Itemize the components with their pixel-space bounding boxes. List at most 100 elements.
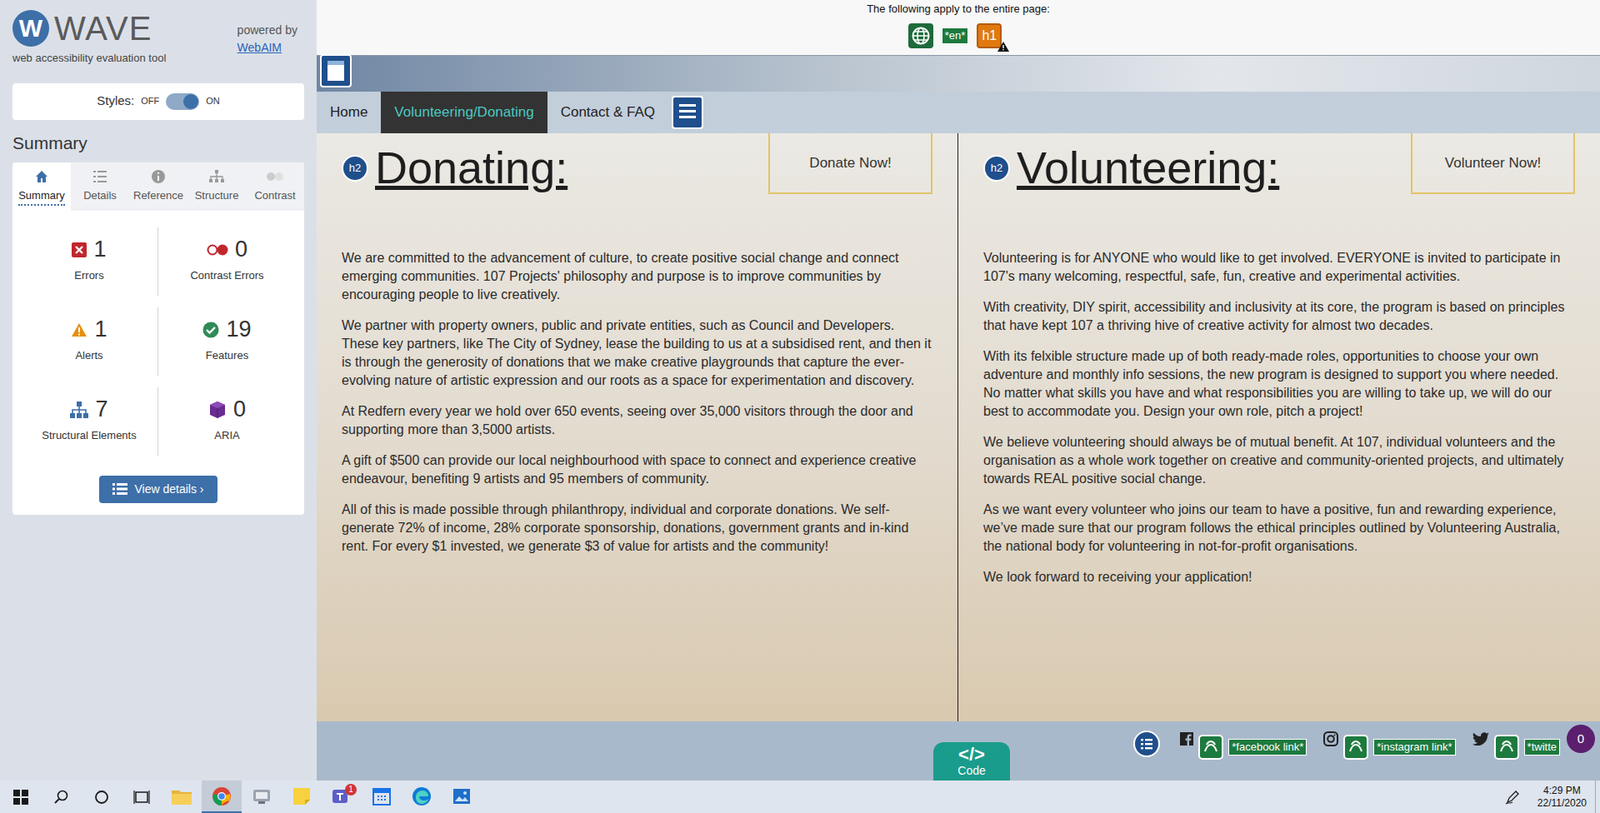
explorer-icon (171, 788, 192, 805)
stat-row: 7 (70, 398, 108, 421)
windows-icon (13, 790, 29, 805)
taskbar-app[interactable] (241, 780, 282, 813)
stat-row: 1 (71, 238, 106, 261)
sidebar-tab[interactable]: Structure (187, 162, 246, 211)
column-title: h2Volunteering: (983, 143, 1280, 193)
language-badge[interactable]: *en* (941, 27, 970, 45)
stat-label: Features (205, 347, 249, 365)
wave-logo[interactable]: W WAVE web accessibility evaluation tool (12, 10, 166, 67)
stat-label: Alerts (75, 347, 103, 365)
stat-cell[interactable]: 19Features (158, 307, 296, 376)
taskbar-app[interactable] (201, 780, 242, 813)
tab-icon (209, 169, 225, 185)
taskbar-apps: 1 (161, 780, 482, 813)
styles-card: Styles: OFF ON (12, 83, 305, 120)
h2-badge[interactable]: h2 (983, 155, 1010, 182)
summary-card: Summary Details Reference Structure Contrast… (12, 162, 305, 515)
taskbar-app[interactable] (361, 780, 402, 813)
list-icon (112, 483, 128, 495)
stat-cell[interactable]: 1 Errors (20, 227, 159, 296)
tab-label: Structure (195, 187, 240, 206)
view-details-button[interactable]: View details › (99, 475, 217, 504)
stat-cell[interactable]: 0ARIA (158, 387, 296, 456)
tab-label: Contrast (254, 187, 295, 206)
sidebar-tab[interactable]: Summary (12, 162, 71, 211)
nav-item[interactable]: Contact & FAQ (547, 91, 669, 134)
notification-badge: 1 (345, 784, 357, 796)
sidebar-tabs: Summary Details Reference Structure Contrast (12, 162, 305, 211)
paragraph: With its felxible structure made up of b… (983, 347, 1575, 421)
alt-text-label: *twitte (1524, 739, 1560, 756)
taskbar-app[interactable] (161, 780, 202, 813)
structure-icon (320, 54, 352, 88)
sidebar-tab[interactable]: Reference (129, 162, 188, 211)
wave-sidebar: W WAVE web accessibility evaluation tool… (0, 0, 317, 781)
paragraph: We believe volunteering should always be… (983, 433, 1575, 489)
page-icons-caption: The following apply to the entire page: (866, 0, 1050, 18)
social-link[interactable]: *facebook link* (1180, 728, 1307, 760)
stat-cell[interactable]: 0 Contrast Errors (158, 227, 296, 296)
stat-cell[interactable]: 7Structural Elements (20, 387, 159, 456)
stat-label: Contrast Errors (190, 267, 264, 285)
task-view-button[interactable] (121, 780, 162, 813)
twitter-icon (1472, 732, 1490, 746)
cta-button[interactable]: Volunteer Now! (1410, 133, 1575, 195)
count-badge[interactable]: 0 (1566, 725, 1595, 754)
edge-icon (411, 786, 432, 807)
logo-mark: W (12, 10, 50, 47)
notes-icon (292, 787, 311, 806)
heading-badge[interactable]: h1 (976, 23, 1002, 49)
nav-item[interactable]: Home (316, 91, 381, 134)
tab-icon (151, 169, 165, 185)
stat-count: 0 (235, 238, 248, 261)
task-view-icon (133, 790, 150, 805)
sidebar-tab[interactable]: Details (70, 162, 130, 211)
tab-label: Details (83, 187, 117, 206)
stat-cell[interactable]: 1Alerts (20, 307, 159, 376)
styles-toggle[interactable] (165, 93, 200, 110)
language-globe-icon (908, 23, 934, 49)
social-link[interactable]: *twitte (1472, 728, 1560, 760)
taskbar-app[interactable] (281, 780, 322, 813)
taskbar-app[interactable]: 1 (321, 780, 362, 813)
clock-date: 22/11/2020 (1537, 797, 1587, 810)
paragraph: We look forward to receiving your applic… (983, 568, 1575, 587)
tab-icon (35, 169, 49, 185)
pen-button[interactable] (1495, 780, 1530, 813)
tab-label: Summary (18, 187, 65, 206)
cortana-button[interactable] (81, 780, 122, 813)
paragraph: We partner with property owners, public … (341, 316, 933, 390)
column-body: We are committed to the advancement of c… (341, 249, 933, 556)
webaim-link[interactable]: WebAIM (237, 39, 298, 57)
sidebar-tab[interactable]: Contrast (245, 162, 305, 211)
taskbar-app[interactable] (441, 780, 482, 813)
column-heading: Donating: (375, 143, 568, 193)
clock[interactable]: 4:29 PM 22/11/2020 (1529, 780, 1595, 813)
content-area: h2Donating:Donate Now!We are committed t… (316, 133, 1600, 722)
social-link[interactable]: *instagram link* (1323, 728, 1455, 760)
h2-badge[interactable]: h2 (341, 155, 369, 182)
structure-icon (70, 401, 89, 419)
search-icon (54, 790, 70, 805)
powered-by: powered by WebAIM (237, 10, 305, 57)
toggle-knob (183, 94, 199, 110)
code-label: Code (957, 764, 985, 778)
alt-text-label: *facebook link* (1228, 739, 1307, 756)
show-desktop[interactable] (1595, 780, 1600, 813)
taskbar-app[interactable] (401, 780, 442, 813)
stat-count: 7 (95, 398, 108, 421)
column-header: h2Volunteering: Volunteer Now! (983, 133, 1575, 195)
hero-strip (316, 55, 1600, 92)
nav-item[interactable]: Volunteering/Donating (380, 91, 547, 134)
view-details-label: View details › (134, 480, 204, 499)
stat-label: Errors (74, 267, 104, 285)
code-tab[interactable]: </> Code (933, 742, 1010, 781)
page-badges: *en* h1 (908, 23, 1010, 49)
cta-button[interactable]: Donate Now! (768, 133, 933, 195)
alt-text-icon (1343, 735, 1369, 760)
content-column: h2Volunteering:Volunteer Now!Volunteerin… (958, 133, 1600, 722)
app-icon (251, 788, 272, 805)
wave-header: W WAVE web accessibility evaluation tool… (12, 0, 305, 67)
start-button[interactable] (0, 780, 42, 813)
search-button[interactable] (41, 780, 82, 813)
